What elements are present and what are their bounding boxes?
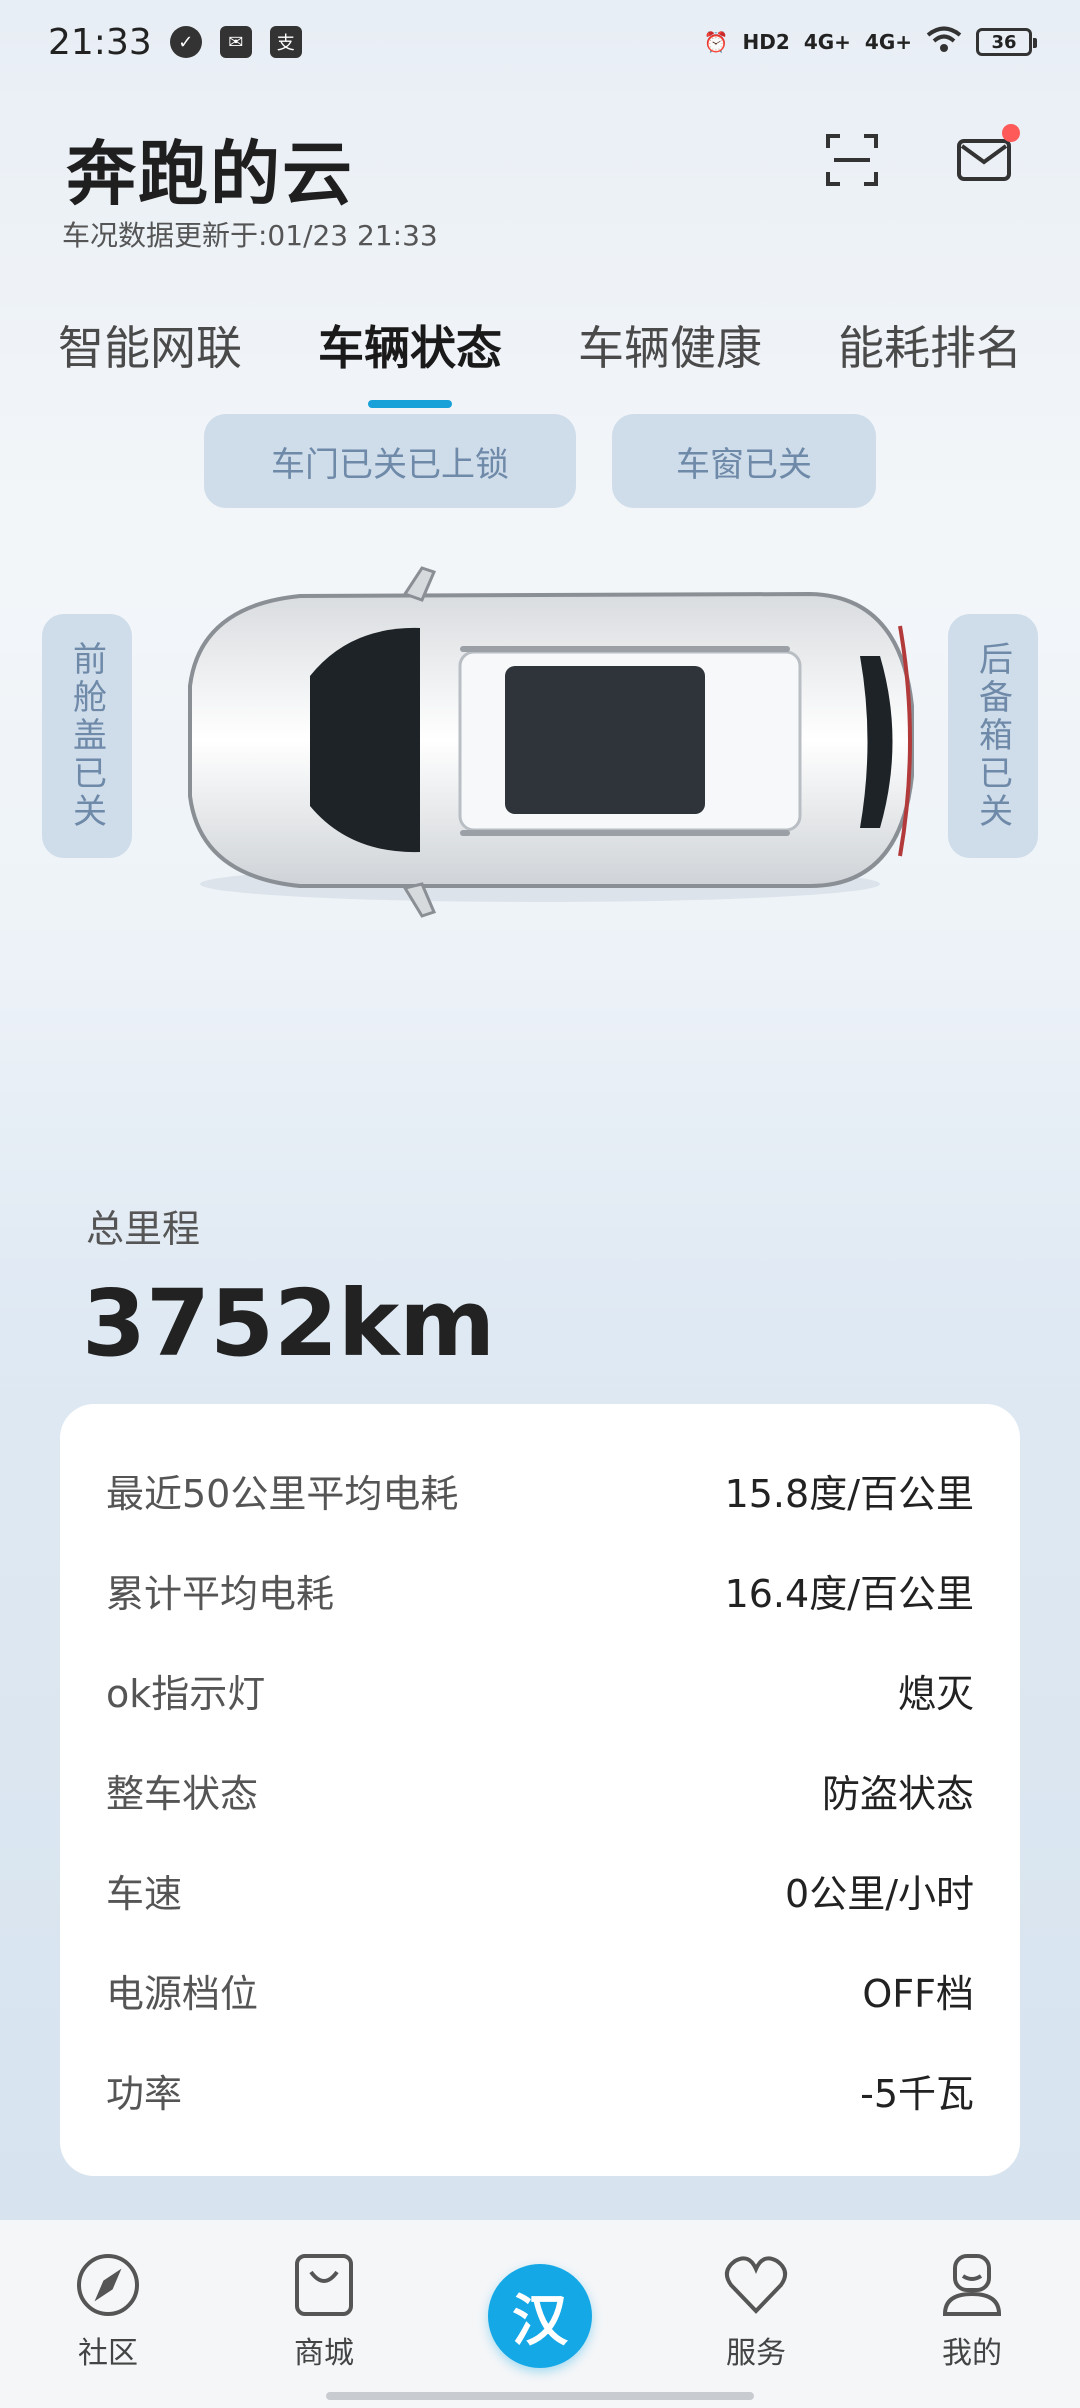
alarm-icon: ⏰: [703, 30, 729, 54]
info-value: -5千瓦: [860, 2071, 974, 2116]
tab-connectivity[interactable]: 智能网联: [58, 308, 242, 398]
info-value: 防盗状态: [821, 1771, 974, 1816]
home-indicator[interactable]: [326, 2392, 754, 2400]
scan-icon[interactable]: [820, 128, 884, 192]
info-key: ok指示灯: [106, 1671, 266, 1716]
vehicle-info-card: 最近50公里平均电耗 15.8度/百公里 累计平均电耗 16.4度/百公里 ok…: [60, 1404, 1020, 2176]
info-value: OFF档: [862, 1971, 974, 2016]
tab-bar: 智能网联 车辆状态 车辆健康 能耗排名: [0, 308, 1080, 398]
info-value: 16.4度/百公里: [724, 1571, 974, 1616]
info-row: ok指示灯 熄灭: [106, 1640, 974, 1740]
compass-icon: [73, 2250, 143, 2320]
mail-icon[interactable]: [952, 124, 1020, 192]
update-time: 车况数据更新于:01/23 21:33: [62, 219, 438, 252]
info-key: 电源档位: [106, 1971, 259, 2016]
status-app-icon-1: ✓: [169, 26, 202, 58]
tab-energy-ranking[interactable]: 能耗排名: [838, 308, 1022, 398]
page-title: 奔跑的云: [66, 133, 354, 215]
status-bar: 21:33 ✓ ✉ 支 ⏰ HD2 4G+ 4G+ 36: [0, 0, 1080, 84]
heart-icon: [721, 2250, 791, 2320]
total-mileage-value: 3752km: [82, 1270, 496, 1377]
shopping-bag-icon: [289, 2250, 359, 2320]
info-key: 最近50公里平均电耗: [106, 1471, 459, 1516]
hood-status-chip: 前舱盖已关: [42, 614, 132, 858]
info-key: 累计平均电耗: [106, 1571, 335, 1616]
info-row: 功率 -5千瓦: [106, 2040, 974, 2140]
nav-community[interactable]: 社区: [38, 2250, 178, 2390]
hd-icon: HD2: [742, 30, 790, 54]
info-key: 整车状态: [106, 1771, 259, 1816]
info-row: 电源档位 OFF档: [106, 1940, 974, 2040]
info-value: 15.8度/百公里: [724, 1471, 974, 1516]
nav-mall[interactable]: 商城: [254, 2250, 394, 2390]
signal-icon-2: 4G+: [864, 30, 912, 54]
status-time: 21:33: [48, 21, 152, 63]
door-status-chip: 车门已关已上锁: [204, 414, 576, 508]
info-key: 功率: [106, 2071, 183, 2116]
nav-han-button[interactable]: 汉: [488, 2264, 592, 2368]
status-app-icon-3: 支: [269, 26, 302, 58]
info-value: 0公里/小时: [785, 1871, 974, 1916]
battery-icon: 36: [976, 28, 1037, 56]
info-row: 累计平均电耗 16.4度/百公里: [106, 1540, 974, 1640]
notification-dot: [1002, 124, 1020, 142]
nav-service[interactable]: 服务: [686, 2250, 826, 2390]
nav-mine[interactable]: 我的: [902, 2250, 1042, 2390]
total-mileage-label: 总里程: [86, 1207, 201, 1251]
trunk-status-chip: 后备箱已关: [948, 614, 1038, 858]
tab-vehicle-health[interactable]: 车辆健康: [578, 308, 762, 398]
nav-mall-label: 商城: [294, 2336, 354, 2371]
window-status-chip: 车窗已关: [612, 414, 876, 508]
user-icon: [937, 2250, 1007, 2320]
info-value: 熄灭: [897, 1671, 974, 1716]
wifi-icon: [926, 26, 962, 59]
nav-mine-label: 我的: [942, 2336, 1002, 2371]
nav-service-label: 服务: [726, 2336, 786, 2371]
info-row: 整车状态 防盗状态: [106, 1740, 974, 1840]
tab-vehicle-status[interactable]: 车辆状态: [318, 308, 502, 398]
status-app-icon-2: ✉: [219, 26, 252, 58]
info-row: 最近50公里平均电耗 15.8度/百公里: [106, 1440, 974, 1540]
nav-community-label: 社区: [78, 2336, 138, 2371]
car-top-view-image: [160, 566, 920, 926]
info-row: 车速 0公里/小时: [106, 1840, 974, 1940]
signal-icon-1: 4G+: [803, 30, 851, 54]
info-key: 车速: [106, 1871, 183, 1916]
